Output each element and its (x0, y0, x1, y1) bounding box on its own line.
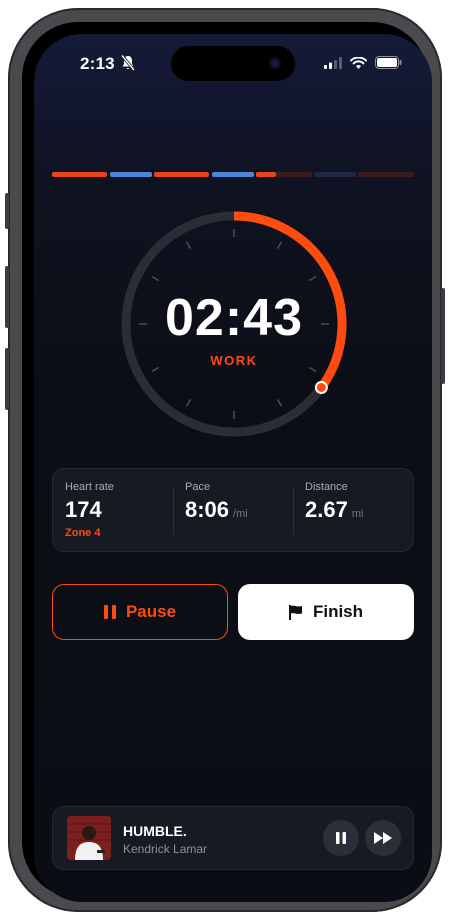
ring-tick (151, 275, 160, 282)
bell-slash-icon (120, 54, 136, 71)
heart-rate-value: 174 (65, 497, 102, 522)
phone-frame: 2:13 02:43 WORK Heart rate 174 Zone 4 Pa… (5, 8, 445, 912)
ring-tick (151, 366, 160, 373)
distance-value-group: 2.67 mi (305, 497, 363, 523)
pace-value: 8:06 (185, 497, 230, 522)
heart-rate-zone: Zone 4 (65, 527, 101, 539)
distance-label: Distance (305, 481, 348, 493)
player-next-button[interactable] (365, 820, 401, 856)
ring-tick (308, 366, 317, 373)
pause-icon (103, 605, 116, 619)
fast-forward-icon (374, 832, 392, 844)
pause-icon (336, 832, 346, 844)
pace-label: Pace (185, 481, 211, 493)
ring-tick (308, 275, 317, 282)
progress-segment-rest (212, 172, 254, 177)
finish-button[interactable]: Finish (238, 584, 414, 640)
volume-up-button (5, 266, 9, 328)
pause-button[interactable]: Pause (52, 584, 228, 640)
power-button (441, 288, 445, 384)
status-time: 2:13 (80, 54, 115, 73)
interval-progress (52, 172, 414, 177)
flag-icon (288, 604, 302, 620)
progress-segment-rest (110, 172, 152, 177)
heart-rate-label: Heart rate (65, 481, 114, 493)
player-pause-button[interactable] (323, 820, 359, 856)
camera-icon (269, 57, 281, 69)
screen: 2:13 02:43 WORK Heart rate 174 Zone 4 Pa… (34, 34, 432, 902)
pace-unit: /mi (233, 508, 248, 520)
ring-progress-knob (314, 380, 328, 394)
progress-segment-work (154, 172, 209, 177)
ring-tick (276, 241, 283, 250)
dynamic-island (171, 46, 295, 81)
distance-value: 2.67 (305, 497, 348, 522)
timer-display: 02:43 (165, 289, 303, 347)
phase-label: WORK (210, 353, 258, 368)
ring-tick (185, 241, 192, 250)
progress-segment-current (256, 172, 312, 177)
finish-label: Finish (312, 602, 364, 621)
pace-stat: Pace 8:06/mi (173, 469, 293, 553)
track-title: HUMBLE. (123, 823, 187, 839)
volume-down-button (5, 348, 9, 410)
wifi-icon (350, 56, 367, 69)
battery-icon (375, 56, 402, 69)
ring-tick (185, 398, 192, 407)
distance-unit: mi (351, 508, 364, 520)
progress-segment-rest (314, 172, 356, 177)
action-button (5, 193, 9, 229)
ring-tick (276, 398, 283, 407)
pause-label: Pause (125, 602, 177, 621)
distance-stat: Distance 2.67 mi (293, 469, 413, 553)
heart-rate-stat: Heart rate 174 Zone 4 (53, 469, 173, 553)
timer-ring: 02:43 WORK (120, 210, 348, 438)
progress-segment-current-fill (256, 172, 276, 177)
now-playing-bar[interactable]: HUMBLE. Kendrick Lamar (52, 806, 414, 870)
cellular-signal-icon (324, 56, 342, 69)
track-artist: Kendrick Lamar (123, 842, 208, 856)
progress-segment-work (358, 172, 414, 177)
stats-card: Heart rate 174 Zone 4 Pace 8:06/mi Dista… (52, 468, 414, 552)
album-art (67, 816, 111, 860)
pace-value-group: 8:06/mi (185, 497, 248, 523)
progress-segment-work (52, 172, 107, 177)
